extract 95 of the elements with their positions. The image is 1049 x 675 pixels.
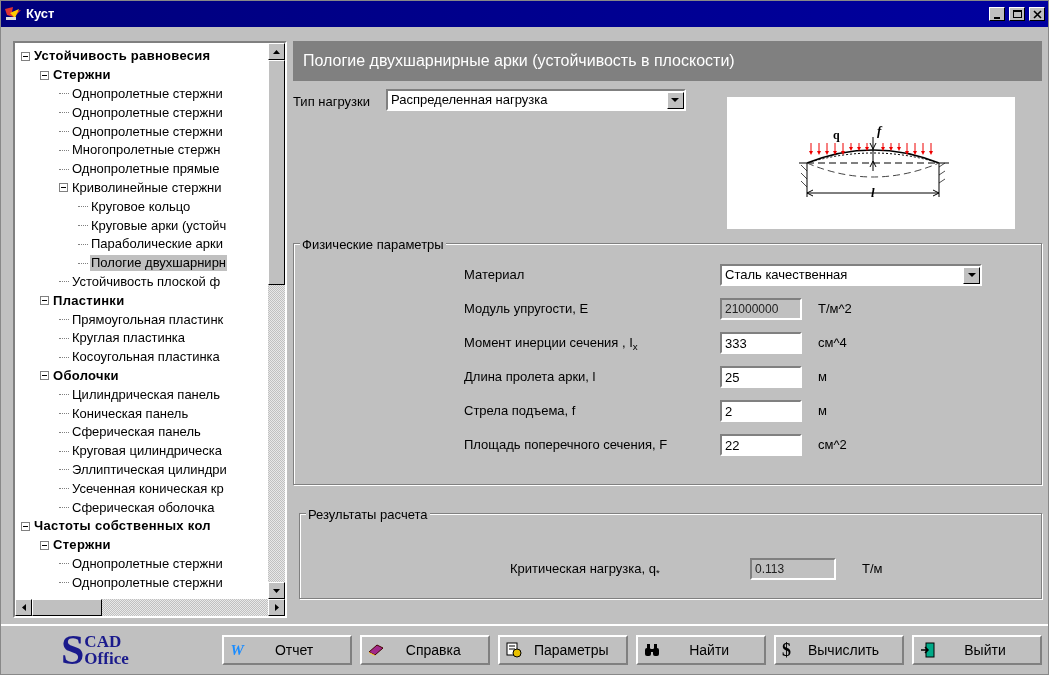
toolbar-button[interactable]: Выйти (912, 635, 1042, 665)
right-arrow-icon (274, 604, 279, 611)
field-label: Материал (464, 266, 526, 285)
diagram-label: q (833, 128, 840, 142)
unit-label: см^4 (818, 334, 847, 353)
input-field[interactable]: 333 (720, 332, 802, 354)
tree-item[interactable]: Сферическая оболочка (71, 499, 216, 516)
scroll-down-button[interactable] (268, 582, 285, 599)
report-icon: W (230, 642, 244, 658)
close-icon (1031, 8, 1043, 20)
toolbar-button[interactable]: Найти (636, 635, 767, 665)
tree-item[interactable]: Криволинейные стержни (71, 179, 223, 196)
scroll-up-button[interactable] (268, 43, 285, 60)
tree-item[interactable]: Цилиндрическая панель (71, 386, 221, 403)
tree-item[interactable]: Круговая цилиндрическа (71, 443, 223, 460)
tree-item[interactable]: Прямоугольная пластинк (71, 311, 225, 328)
tree-item[interactable]: Однопролетные стержни (71, 86, 224, 102)
dropdown[interactable]: Сталь качественная (720, 264, 982, 286)
diagram-label: f (877, 123, 882, 138)
tree-item[interactable]: Пологие двухшарнирн (90, 255, 228, 272)
collapse-icon[interactable] (40, 296, 49, 306)
field-label: Стрела подъема, f (464, 402, 577, 421)
unit-label: см^2 (818, 436, 847, 455)
toolbar-button[interactable]: Параметры (498, 635, 629, 665)
unit-label: м (818, 402, 827, 421)
collapse-icon[interactable] (59, 183, 68, 193)
field-label: Длина пролета арки, l (464, 368, 597, 387)
field-label: Тип нагрузки (293, 93, 370, 111)
toolbar-button[interactable]: $ Вычислить (774, 635, 905, 665)
tree-item[interactable]: Стержни (52, 537, 112, 554)
calculate-icon: $ (782, 641, 792, 659)
tree-item[interactable]: Однопролетные прямые (71, 161, 221, 178)
tree-item[interactable]: Круглая пластинка (71, 330, 187, 347)
tree-item[interactable]: Однопролетные стержни (71, 555, 224, 572)
diagram-label: l (871, 185, 875, 200)
collapse-icon[interactable] (40, 540, 49, 550)
tree-item[interactable]: Эллиптическая цилиндри (71, 461, 228, 478)
close-button[interactable] (1029, 7, 1045, 21)
field-label: Площадь поперечного сечения, F (464, 436, 669, 455)
tree-item[interactable]: Однопролетные стержни (71, 574, 224, 591)
tree-item[interactable]: Стержни (52, 67, 112, 84)
tree-item[interactable]: Многопролетные стержн (71, 142, 222, 159)
collapse-icon[interactable] (40, 70, 49, 80)
maximize-button[interactable] (1009, 7, 1025, 21)
tree-item[interactable]: Однопролетные стержни (71, 104, 224, 121)
field-label: Момент инерции сечения , I$_{x}$ (464, 334, 639, 353)
dropdown[interactable]: Распределенная нагрузка (385, 89, 686, 111)
collapse-icon[interactable] (40, 371, 49, 381)
tree-item[interactable]: Коническая панель (71, 405, 190, 422)
caret-icon (671, 98, 680, 102)
collapse-icon[interactable] (21, 51, 30, 61)
toolbar-button[interactable]: Справка (360, 635, 491, 665)
toolbar-button[interactable]: W Отчет (222, 635, 353, 665)
app-icon (4, 6, 22, 22)
vertical-scrollbar[interactable] (268, 43, 285, 599)
input-field[interactable]: 22 (720, 434, 802, 456)
book-icon (368, 643, 385, 657)
minimize-icon (994, 16, 1000, 19)
tree-item[interactable]: Устойчивость равновесия (33, 48, 212, 65)
tree-item[interactable]: Параболические арки (90, 236, 224, 253)
scroll-thumb[interactable] (268, 60, 285, 285)
maximize-icon (1011, 8, 1023, 20)
tree-item[interactable]: Круговое кольцо (90, 198, 192, 215)
tree-item[interactable]: Круговые арки (устойч (90, 217, 228, 234)
tree-item[interactable]: Усеченная коническая кр (71, 480, 225, 497)
tree-item[interactable]: Частоты собственных кол (33, 518, 212, 535)
tree-item[interactable]: Пластинки (52, 292, 126, 309)
tree-item[interactable]: Устойчивость плоской ф (71, 273, 222, 290)
unit-label: Т/м (862, 560, 883, 579)
left-arrow-icon (21, 604, 26, 611)
binoculars-icon (644, 643, 661, 657)
caret-icon (967, 273, 976, 277)
horizontal-scrollbar[interactable] (15, 599, 285, 616)
exit-door-icon (920, 642, 937, 658)
scroll-thumb[interactable] (32, 599, 102, 616)
minimize-button[interactable] (989, 7, 1005, 21)
tree-item[interactable]: Оболочки (52, 367, 120, 384)
scroll-right-button[interactable] (268, 599, 285, 616)
window-title: Куст (26, 5, 55, 24)
scroll-left-button[interactable] (15, 599, 32, 616)
tree-item[interactable]: Однопролетные стержни (71, 123, 224, 140)
readonly-field: 0.113 (750, 558, 836, 580)
down-arrow-icon (273, 588, 280, 593)
field-label: Модуль упругости, E (464, 300, 590, 319)
panel-title: Пологие двухшарнирные арки (устойчивость в плоскости) (293, 41, 1042, 81)
field-label: Критическая нагрузка, q$_{*}$ (510, 560, 661, 579)
tree-item[interactable]: Косоугольная пластинка (71, 349, 221, 366)
tree-item[interactable]: Сферическая панель (71, 424, 202, 441)
readonly-field: 21000000 (720, 298, 802, 320)
unit-label: м (818, 368, 827, 387)
collapse-icon[interactable] (21, 521, 30, 531)
input-field[interactable]: 25 (720, 366, 802, 388)
unit-label: Т/м^2 (818, 300, 852, 319)
up-arrow-icon (273, 49, 280, 54)
input-field[interactable]: 2 (720, 400, 802, 422)
